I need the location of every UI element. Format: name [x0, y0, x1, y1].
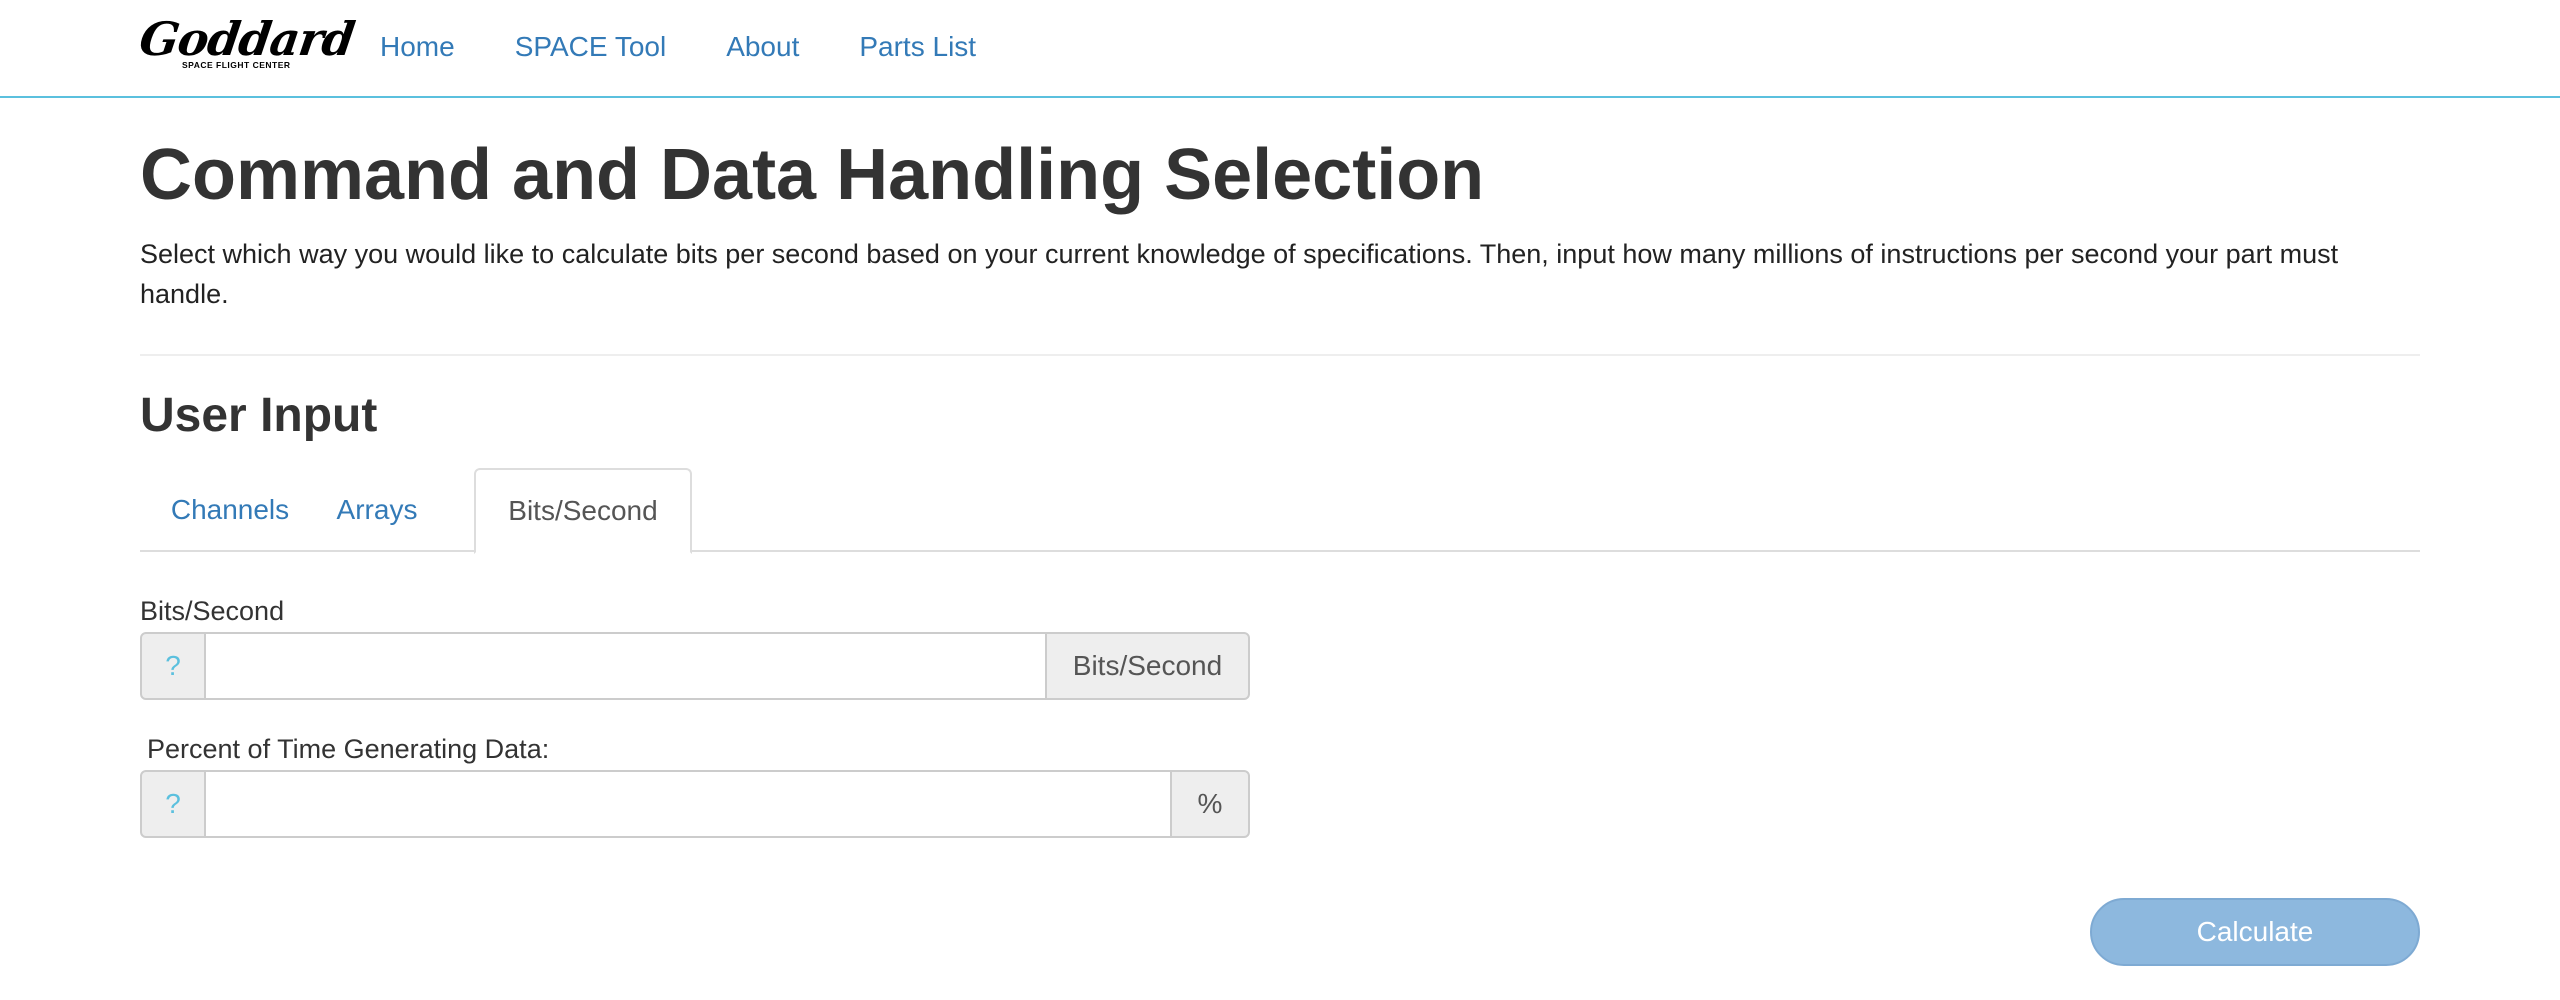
section-divider [140, 354, 2420, 356]
bits-per-second-group: ? Bits/Second [140, 632, 1250, 700]
page-title: Command and Data Handling Selection [140, 135, 1485, 215]
percent-time-input[interactable] [206, 770, 1170, 838]
nav-space-tool-link[interactable]: SPACE Tool [515, 31, 666, 63]
percent-unit: % [1170, 770, 1250, 838]
bits-per-second-input[interactable] [206, 632, 1045, 700]
percent-time-group: ? % [140, 770, 1250, 838]
logo-script: Goddard [136, 12, 358, 66]
bits-per-second-help-icon[interactable]: ? [140, 632, 206, 700]
nav-parts-list-link[interactable]: Parts List [859, 31, 976, 63]
nav-links: Home SPACE Tool About Parts List [380, 0, 976, 94]
navbar: Goddard SPACE FLIGHT CENTER Home SPACE T… [0, 0, 2560, 98]
logo-tagline: SPACE FLIGHT CENTER [182, 60, 291, 70]
calculate-button[interactable]: Calculate [2090, 898, 2420, 966]
tab-channels[interactable]: Channels [140, 468, 320, 552]
input-tabs: Channels Arrays Bits/Second [140, 468, 2420, 554]
section-title: User Input [140, 389, 378, 442]
nav-about-link[interactable]: About [726, 31, 799, 63]
tab-arrays[interactable]: Arrays [320, 468, 434, 552]
bits-per-second-unit: Bits/Second [1045, 632, 1250, 700]
page-intro: Select which way you would like to calcu… [140, 239, 2339, 309]
nav-home-link[interactable]: Home [380, 31, 455, 63]
percent-time-label: Percent of Time Generating Data: [147, 734, 550, 764]
goddard-logo[interactable]: Goddard SPACE FLIGHT CENTER [136, 12, 357, 78]
bits-per-second-label: Bits/Second [140, 596, 285, 626]
percent-time-help-icon[interactable]: ? [140, 770, 206, 838]
tab-bits-second[interactable]: Bits/Second [474, 468, 692, 554]
